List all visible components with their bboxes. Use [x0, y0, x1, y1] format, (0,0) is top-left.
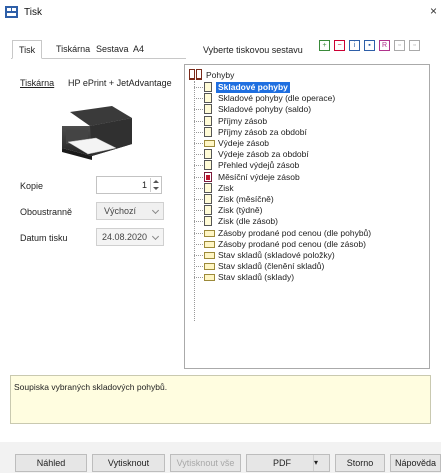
tree-item-label: Stav skladů (sklady) — [218, 272, 295, 283]
document-icon — [204, 182, 212, 193]
tree-item-label: Příjmy zásob — [218, 115, 268, 126]
description-text: Soupiska vybraných skladových pohybů. — [14, 382, 168, 392]
folder-icon — [204, 140, 215, 147]
duplex-value: Výchozí — [104, 206, 137, 216]
tree-connector — [194, 143, 203, 144]
tree-item-label: Zásoby prodané pod cenou (dle pohybů) — [218, 227, 372, 238]
tree-connector — [194, 176, 203, 178]
tree-item-label: Stav skladů (skladové položky) — [218, 250, 335, 260]
folder-icon — [204, 252, 215, 259]
printer-link[interactable]: Tiskárna — [20, 78, 54, 88]
cancel-button[interactable]: Storno — [335, 454, 385, 472]
print-all-button: Vytisknout vše — [170, 454, 241, 472]
tree-connector — [194, 221, 203, 223]
document-icon — [204, 93, 212, 104]
document-icon — [204, 160, 212, 171]
folder-icon — [204, 229, 215, 237]
copies-stepper[interactable]: 1 — [96, 176, 162, 194]
edit-icon[interactable]: ▪ — [364, 40, 375, 51]
tab-sestava[interactable]: Sestava — [96, 40, 129, 58]
duplex-select[interactable]: Výchozí — [96, 202, 164, 220]
report-tree[interactable]: Pohyby Skladové pohyby Skladové pohyby (d… — [184, 64, 430, 369]
printer-name: HP ePrint + JetAdvantage — [68, 78, 172, 88]
document-icon — [204, 149, 212, 160]
pdf-button[interactable]: PDF ▾ — [246, 454, 330, 472]
close-icon[interactable]: × — [430, 4, 437, 18]
title-bar: Tisk × — [0, 0, 441, 24]
folder-icon — [204, 240, 215, 248]
print-date-picker[interactable]: 24.08.2020 — [96, 228, 164, 246]
tree-item-label: Přehled výdejů zásob — [218, 160, 300, 171]
report-description: Soupiska vybraných skladových pohybů. — [10, 375, 431, 424]
tree-root-label: Pohyby — [206, 70, 235, 80]
document-icon — [204, 205, 212, 216]
chart-icon — [204, 171, 212, 182]
add-icon[interactable]: + — [319, 40, 330, 51]
chevron-down-icon — [151, 232, 160, 241]
tree-connector — [194, 243, 203, 245]
tree-item-label: Zásoby prodané pod cenou (dle zásob) — [218, 238, 366, 249]
tree-connector — [194, 277, 203, 279]
report-icon[interactable]: R — [379, 40, 390, 51]
tree-connector — [194, 232, 203, 234]
tree-item-label: Skladové pohyby (dle operace) — [218, 93, 336, 104]
tab-tiskarna[interactable]: Tiskárna — [56, 40, 90, 58]
tree-connector — [194, 109, 203, 111]
report-select-label: Vyberte tiskovou sestavu — [203, 45, 303, 55]
help-button[interactable]: Nápověda — [390, 454, 441, 472]
export-icon[interactable]: ▫ — [394, 40, 405, 51]
tree-item-label: Příjmy zásob za období — [218, 126, 307, 137]
tree-connector — [194, 120, 203, 122]
tree-connector — [194, 199, 203, 200]
tab-tisk[interactable]: Tisk — [12, 40, 43, 59]
tree-connector — [194, 187, 203, 189]
preview-button[interactable]: Náhled — [15, 454, 87, 472]
duplex-label: Oboustranně — [20, 207, 73, 217]
tree-guide-line — [194, 81, 195, 321]
window-title: Tisk — [24, 7, 42, 18]
document-icon — [204, 126, 212, 137]
remove-icon[interactable]: − — [334, 40, 345, 51]
tree-item-label: Zisk (dle zásob) — [218, 216, 278, 227]
copies-value: 1 — [141, 180, 147, 190]
spin-arrows-icon[interactable] — [150, 178, 160, 192]
tree-item-label: Skladové pohyby (saldo) — [218, 104, 312, 115]
tree-item-label: Zisk — [218, 182, 234, 193]
document-icon — [204, 216, 212, 227]
tree-connector — [194, 165, 203, 167]
tree-item-label: Výdeje zásob za období — [218, 149, 309, 160]
printer-icon — [62, 106, 132, 160]
tree-item-label: Výdeje zásob — [218, 138, 270, 148]
print-date-value: 24.08.2020 — [102, 232, 148, 242]
dropdown-caret-icon[interactable]: ▾ — [313, 455, 329, 471]
tree-item-label: Měsíční výdeje zásob — [218, 171, 300, 182]
tree-connector — [194, 98, 203, 100]
tree-connector — [194, 210, 203, 212]
tree-connector — [194, 131, 203, 133]
document-icon — [204, 104, 212, 115]
print-app-icon — [5, 6, 18, 18]
folder-icon — [204, 263, 215, 271]
info-icon[interactable]: i — [349, 40, 360, 51]
document-icon — [204, 194, 212, 204]
tree-item-label: Skladové pohyby — [216, 82, 290, 93]
tree-item-label: Stav skladů (členění skladů) — [218, 261, 325, 272]
document-icon — [204, 82, 212, 92]
tab-a4[interactable]: A4 — [133, 40, 144, 58]
pdf-button-label: PDF — [273, 458, 291, 468]
document-icon — [204, 115, 212, 126]
tree-item-label: Zisk (měsíčně) — [218, 194, 274, 204]
settings-icon[interactable]: ▫ — [409, 40, 420, 51]
print-button[interactable]: Vytisknout — [92, 454, 165, 472]
print-date-label: Datum tisku — [20, 233, 68, 243]
folder-icon — [204, 274, 215, 282]
chevron-down-icon — [151, 206, 160, 215]
book-icon — [189, 69, 202, 80]
tree-item-label: Zisk (týdně) — [218, 205, 263, 216]
tree-connector — [194, 266, 203, 268]
tree-connector — [194, 87, 203, 88]
copies-label: Kopie — [20, 181, 44, 191]
tree-connector — [194, 154, 203, 156]
tree-connector — [194, 255, 203, 256]
